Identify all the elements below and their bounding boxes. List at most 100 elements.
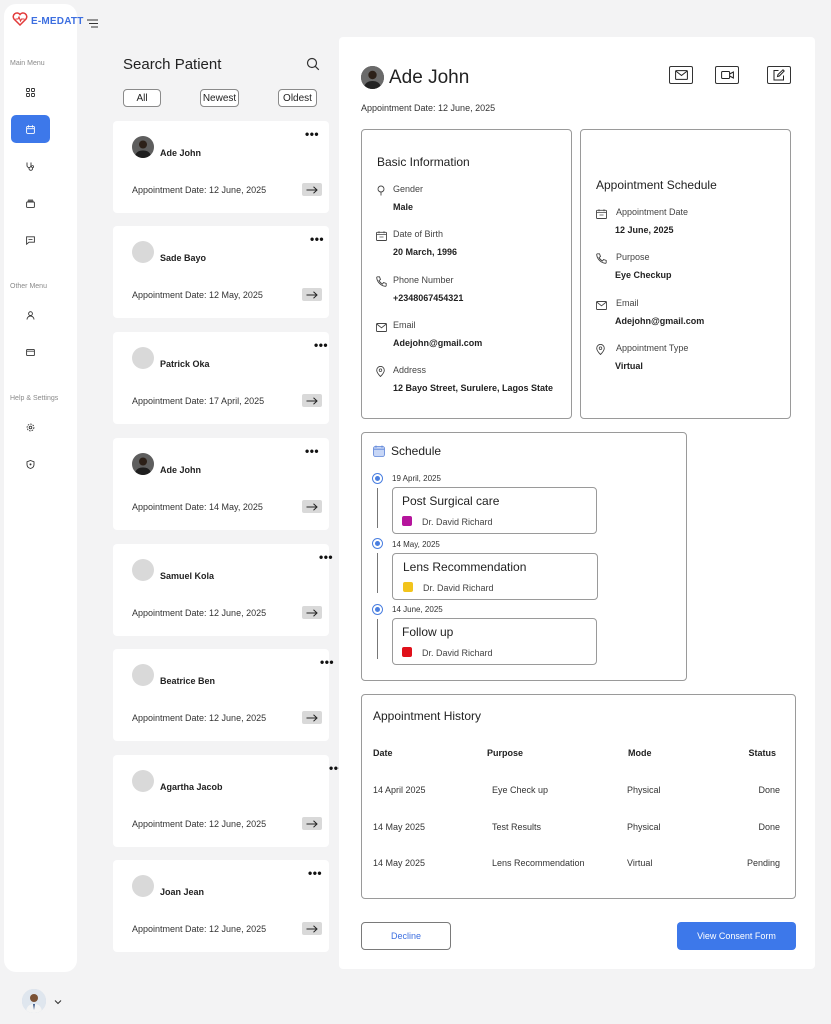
history-cell: Virtual — [627, 858, 653, 868]
video-call-button[interactable] — [715, 66, 739, 84]
arrow-right-icon[interactable] — [302, 817, 322, 830]
decline-button[interactable]: Decline — [361, 922, 451, 950]
patient-card-date: Appointment Date: 17 April, 2025 — [132, 396, 265, 406]
patient-card[interactable]: Patrick Oka Appointment Date: 17 April, 2… — [113, 332, 329, 424]
filter-oldest-button[interactable]: Oldest — [278, 89, 317, 107]
avatar — [22, 989, 46, 1013]
field-label: Phone Number — [393, 274, 454, 285]
color-tag — [402, 516, 412, 526]
shield-icon — [26, 459, 35, 469]
more-options-icon[interactable]: ••• — [308, 866, 322, 880]
history-column-header: Date — [373, 748, 393, 758]
arrow-right-icon[interactable] — [302, 922, 322, 935]
timeline-dot — [372, 604, 383, 615]
avatar — [132, 875, 154, 897]
patient-card[interactable]: Ade John Appointment Date: 12 June, 2025 •… — [113, 121, 329, 213]
arrow-right-icon[interactable] — [302, 183, 322, 196]
patient-card[interactable]: Samuel Kola Appointment Date: 12 June, 20… — [113, 544, 333, 636]
sidebar-item-inbox[interactable] — [11, 189, 50, 217]
sidebar-item-profile[interactable] — [11, 301, 50, 329]
more-options-icon[interactable]: ••• — [305, 127, 319, 141]
field-value: Eye Checkup — [615, 270, 672, 281]
timeline-date: 14 May, 2025 — [392, 540, 440, 549]
sidebar-item-dashboard[interactable] — [11, 78, 50, 106]
chat-icon — [26, 235, 35, 245]
more-options-icon[interactable]: ••• — [319, 550, 333, 564]
history-cell: Physical — [627, 785, 661, 795]
gender-icon — [376, 183, 386, 201]
patient-card-date: Appointment Date: 12 June, 2025 — [132, 713, 267, 723]
patient-card-name: Samuel Kola — [160, 571, 215, 581]
email-button[interactable] — [669, 66, 693, 84]
patient-card-name: Ade John — [160, 465, 202, 475]
edit-button[interactable] — [767, 66, 791, 84]
patient-card-date: Appointment Date: 12 June, 2025 — [132, 924, 267, 934]
field-value: Adejohn@gmail.com — [393, 337, 483, 348]
section-label-help-settings: Help & Settings — [10, 395, 59, 402]
patient-card[interactable]: Sade Bayo Appointment Date: 12 May, 2025 •… — [113, 226, 329, 318]
menu-toggle-icon[interactable] — [87, 15, 98, 33]
sidebar-item-doctors[interactable] — [11, 152, 50, 180]
history-column-header: Mode — [628, 748, 652, 758]
avatar — [132, 770, 154, 792]
field-value: 20 March, 1996 — [393, 247, 458, 258]
filter-newest-button[interactable]: Newest — [200, 89, 239, 107]
avatar — [132, 241, 154, 263]
sidebar-item-security[interactable] — [11, 450, 50, 478]
appointment-history-title: Appointment History — [373, 709, 482, 723]
field-label: Date of Birth — [393, 229, 444, 240]
arrow-right-icon[interactable] — [302, 500, 322, 513]
sidebar-item-messages[interactable] — [11, 226, 50, 254]
schedule-item-title: Lens Recommendation — [403, 560, 527, 574]
location-icon — [596, 342, 605, 360]
timeline-line — [377, 553, 378, 593]
patient-card-date: Appointment Date: 12 May, 2025 — [132, 290, 263, 300]
field-label: Appointment Date — [616, 207, 689, 217]
basic-information-title: Basic Information — [377, 155, 470, 169]
patient-card-date: Appointment Date: 12 June, 2025 — [132, 819, 267, 829]
field-label: Email — [616, 297, 639, 308]
inbox-icon — [26, 199, 35, 208]
field-value: Adejohn@gmail.com — [615, 315, 705, 326]
arrow-right-icon[interactable] — [302, 606, 322, 619]
history-cell: 14 May 2025 — [373, 821, 426, 832]
patient-card[interactable]: Beatrice Ben Appointment Date: 12 June, 2… — [113, 649, 334, 741]
history-cell: 14 April 2025 — [373, 785, 426, 795]
app-logo[interactable]: E-MEDATT — [12, 12, 84, 31]
arrow-right-icon[interactable] — [302, 711, 322, 724]
avatar — [132, 664, 154, 686]
field-value: 12 June, 2025 — [615, 225, 674, 235]
sidebar-item-settings[interactable] — [11, 413, 50, 441]
timeline-line — [377, 619, 378, 659]
more-options-icon[interactable]: ••• — [305, 444, 319, 458]
arrow-right-icon[interactable] — [302, 288, 322, 301]
patient-card-date: Appointment Date: 12 June, 2025 — [132, 608, 267, 618]
timeline-dot — [372, 538, 383, 549]
sidebar-item-appointments[interactable] — [11, 115, 50, 143]
video-camera-icon — [720, 71, 734, 79]
history-cell: Eye Check up — [492, 785, 549, 795]
appointment-history-card — [361, 694, 796, 899]
more-options-icon[interactable]: ••• — [310, 232, 324, 246]
patient-card[interactable]: Agartha Jacob Appointment Date: 12 June, … — [113, 755, 343, 847]
patient-card-name: Ade John — [160, 148, 202, 158]
edit-icon — [773, 69, 785, 81]
view-consent-form-button[interactable]: View Consent Form — [677, 922, 796, 950]
user-profile-menu[interactable] — [22, 989, 62, 1013]
search-icon[interactable] — [306, 57, 320, 76]
patient-card[interactable]: Ade John Appointment Date: 14 May, 2025 ••… — [113, 438, 329, 530]
filter-all-button[interactable]: All — [123, 89, 161, 107]
app-name: E-MEDATT — [31, 16, 84, 27]
patient-card[interactable]: Joan Jean Appointment Date: 12 June, 2025… — [113, 860, 329, 952]
avatar — [132, 559, 154, 581]
more-options-icon[interactable]: ••• — [314, 338, 328, 352]
field-value: Male — [393, 202, 414, 212]
schedule-item-doctor: Dr. David Richard — [422, 517, 493, 527]
arrow-right-icon[interactable] — [302, 394, 322, 407]
history-column-header: Purpose — [487, 748, 524, 758]
more-options-icon[interactable]: ••• — [320, 655, 334, 669]
patient-card-name: Agartha Jacob — [160, 782, 223, 792]
sidebar-item-mail[interactable] — [11, 338, 50, 366]
field-label: Appointment Type — [616, 342, 689, 353]
stethoscope-icon — [26, 162, 34, 171]
